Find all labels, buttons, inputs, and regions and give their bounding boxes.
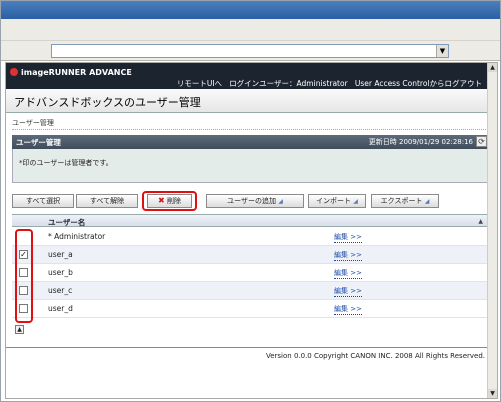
- add-user-button[interactable]: ユーザーの追加 ◢: [206, 194, 304, 208]
- panel-title: ユーザー管理: [16, 138, 61, 147]
- remote-ui-link[interactable]: リモートUIへ: [177, 79, 222, 88]
- breadcrumb-divider: [12, 129, 488, 130]
- table-row: user_c 編集 >>: [12, 282, 489, 300]
- table-row: user_d 編集 >>: [12, 300, 489, 318]
- import-button[interactable]: インポート ◢: [308, 194, 366, 208]
- username-column-header[interactable]: ユーザー名: [48, 217, 85, 228]
- top-header-bar: imageRUNNER ADVANCE リモートUIへ ログインユーザー：Adm…: [6, 63, 488, 89]
- scroll-up-icon[interactable]: ▲: [488, 63, 497, 72]
- select-all-label: すべて選択: [25, 197, 61, 205]
- deselect-all-button[interactable]: すべて解除: [76, 194, 138, 208]
- deselect-all-label: すべて解除: [89, 197, 125, 205]
- canon-logo-icon: [10, 68, 18, 76]
- login-user-name: Administrator: [296, 79, 348, 88]
- updated-timestamp: 更新日時 2009/01/29 02:28:16: [368, 138, 473, 146]
- table-row: * Administrator 編集 >>: [12, 228, 489, 246]
- toolbar: すべて選択 すべて解除 ✖ 削除 ユーザーの追加 ◢ インポート ◢ エクスポー…: [12, 191, 489, 211]
- footer-divider: [6, 347, 488, 348]
- sort-icon[interactable]: ▲: [478, 218, 483, 225]
- copyright-footer: Version 0.0.0 Copyright CANON INC. 2008 …: [265, 352, 485, 360]
- header-links: リモートUIへ ログインユーザー：Administrator User Acce…: [177, 78, 482, 89]
- edit-link[interactable]: 編集 >>: [334, 286, 362, 297]
- select-all-button[interactable]: すべて選択: [12, 194, 74, 208]
- edit-link[interactable]: 編集 >>: [334, 304, 362, 315]
- user-name: user_c: [48, 286, 73, 295]
- add-user-label: ユーザーの追加: [227, 197, 276, 205]
- page-title-bar: アドバンスドボックスのユーザー管理: [6, 89, 488, 113]
- edit-link[interactable]: 編集 >>: [334, 232, 362, 243]
- export-button[interactable]: エクスポート ◢: [371, 194, 439, 208]
- scroll-down-icon[interactable]: ▼: [488, 389, 497, 398]
- table-header: ユーザー名 ▲: [12, 214, 489, 227]
- table-row: ✓ user_a 編集 >>: [12, 246, 489, 264]
- export-arrow-icon: ◢: [424, 198, 430, 205]
- user-name: user_a: [48, 250, 73, 259]
- import-arrow-icon: ◢: [353, 198, 358, 205]
- panel-header: ユーザー管理 更新日時 2009/01/29 02:28:16 ⟳: [12, 135, 489, 149]
- breadcrumb: ユーザー管理: [12, 119, 54, 127]
- import-label: インポート: [316, 197, 352, 205]
- browser-window: ▼ imageRUNNER ADVANCE リモートUIへ ログインユーザー：A…: [0, 0, 501, 402]
- login-user-label: ログインユーザー：: [229, 79, 297, 88]
- logout-link[interactable]: User Access Controlからログアウト: [355, 79, 482, 88]
- panel-body: *印のユーザーは管理者です。: [12, 149, 489, 183]
- admin-note: *印のユーザーは管理者です。: [19, 159, 113, 167]
- browser-title-bar: [1, 1, 500, 19]
- address-dropdown-icon[interactable]: ▼: [436, 45, 448, 57]
- browser-address-area: ▼: [1, 41, 500, 61]
- export-label: エクスポート: [380, 197, 423, 205]
- user-name: user_b: [48, 268, 73, 277]
- page-viewport: imageRUNNER ADVANCE リモートUIへ ログインユーザー：Adm…: [5, 62, 498, 399]
- edit-link[interactable]: 編集 >>: [334, 268, 362, 279]
- brand-name: imageRUNNER ADVANCE: [21, 68, 132, 77]
- collapse-icon[interactable]: ▲: [15, 325, 24, 334]
- edit-link[interactable]: 編集 >>: [334, 250, 362, 261]
- add-user-arrow-icon: ◢: [278, 198, 283, 205]
- checkbox-highlight-box: [15, 229, 33, 323]
- user-name: user_d: [48, 304, 73, 313]
- browser-menu-area: [1, 19, 500, 41]
- refresh-icon[interactable]: ⟳: [476, 136, 487, 147]
- delete-highlight-box: [142, 191, 197, 211]
- vertical-scrollbar[interactable]: ▲ ▼: [487, 63, 497, 398]
- brand: imageRUNNER ADVANCE: [10, 68, 132, 77]
- address-bar-input[interactable]: ▼: [51, 44, 449, 58]
- table-row: user_b 編集 >>: [12, 264, 489, 282]
- user-name: * Administrator: [48, 232, 106, 241]
- page-title: アドバンスドボックスのユーザー管理: [14, 96, 201, 109]
